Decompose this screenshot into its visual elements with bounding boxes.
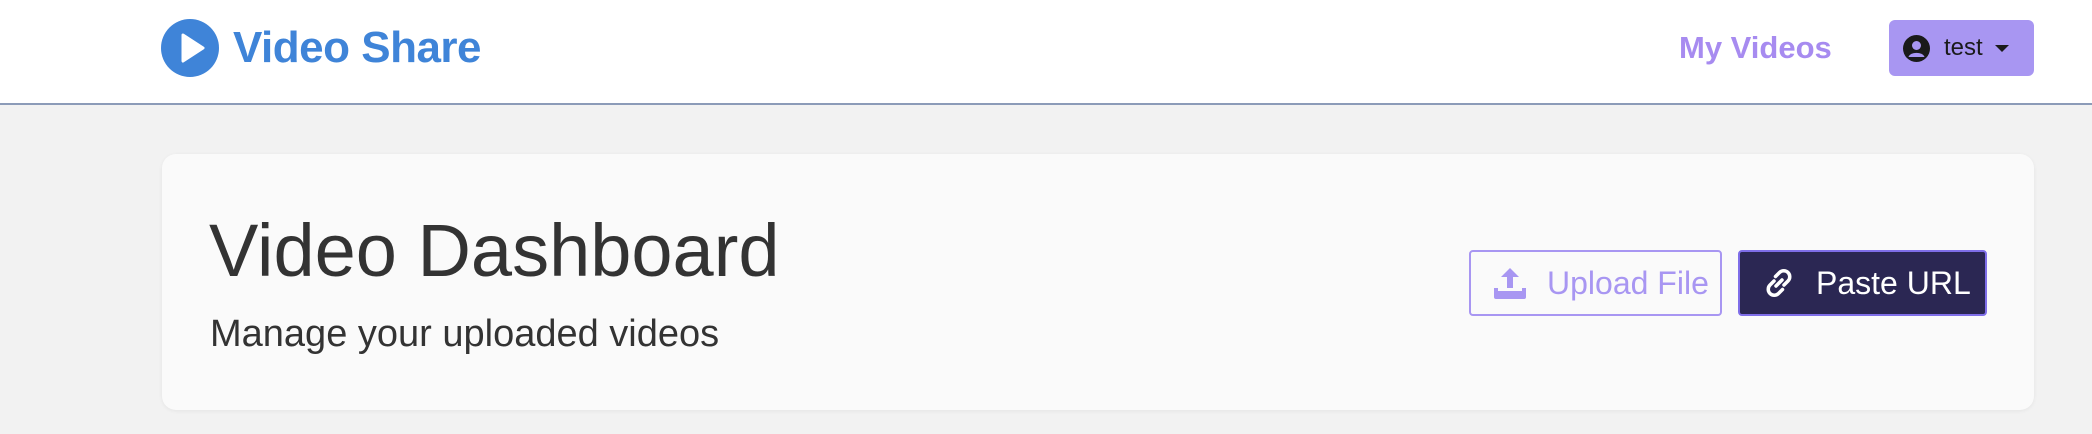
brand-name: Video Share [233,23,482,72]
navbar: Video Share My Videos test [0,0,2092,105]
upload-file-label: Upload File [1547,264,1709,301]
user-circle-icon [1903,34,1930,62]
paste-url-button[interactable]: Paste URL [1738,250,1987,316]
link-icon [1766,269,1792,297]
upload-icon [1494,268,1526,299]
brand-link[interactable]: Video Share [161,19,482,77]
page-subtitle: Manage your uploaded videos [210,313,720,355]
chevron-down-icon [1994,44,2009,52]
upload-file-button[interactable]: Upload File [1469,250,1722,316]
user-name: test [1944,34,1983,61]
dashboard-card: Video Dashboard Manage your uploaded vid… [162,154,2034,410]
play-circle-icon [161,19,219,77]
user-menu-button[interactable]: test [1889,20,2034,76]
paste-url-label: Paste URL [1816,264,1971,301]
page-title: Video Dashboard [209,209,780,292]
nav-link-my-videos[interactable]: My Videos [1679,27,1832,69]
